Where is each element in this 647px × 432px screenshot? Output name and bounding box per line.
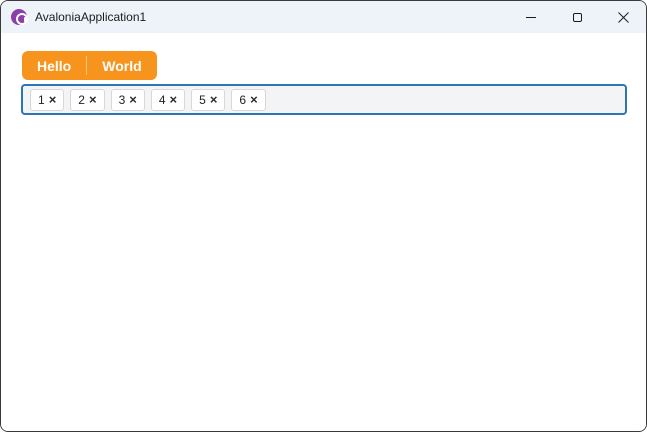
chip-item: 2 × [70, 88, 105, 111]
minimize-button[interactable] [508, 1, 554, 33]
chip-label: 2 [78, 92, 85, 107]
close-button[interactable] [600, 1, 646, 33]
chip-item: 1 × [30, 88, 65, 111]
close-icon [617, 11, 629, 23]
maximize-icon [572, 12, 582, 22]
chip-item: 3 × [110, 88, 145, 111]
chip-item: 5 × [191, 88, 226, 111]
chip-remove-icon[interactable]: × [170, 93, 178, 106]
chip-label: 4 [158, 92, 166, 107]
window-title: AvaloniaApplication1 [35, 10, 147, 24]
chip-remove-icon[interactable]: × [210, 93, 218, 106]
avalonia-logo-icon [11, 9, 28, 25]
chip-remove-icon[interactable]: × [49, 93, 57, 106]
chip-item: 6 × [231, 88, 266, 111]
window-content: Hello World 1 × 2 × 3 × 4 × 5 × 6 × [1, 33, 646, 431]
tab-hello-label: Hello [37, 57, 72, 74]
chip-label: 3 [118, 92, 126, 107]
minimize-icon [526, 16, 536, 18]
tab-world[interactable]: World [87, 51, 156, 80]
tab-strip: Hello World [22, 51, 157, 80]
tab-world-label: World [102, 57, 142, 74]
title-bar[interactable]: AvaloniaApplication1 [1, 1, 646, 33]
chip-label: 1 [38, 92, 45, 107]
chip-input-box[interactable]: 1 × 2 × 3 × 4 × 5 × 6 × [21, 84, 627, 115]
chip-remove-icon[interactable]: × [129, 93, 137, 106]
chip-remove-icon[interactable]: × [89, 93, 97, 106]
chip-label: 5 [199, 92, 206, 107]
tab-hello[interactable]: Hello [22, 51, 86, 80]
chip-remove-icon[interactable]: × [250, 93, 258, 106]
maximize-button[interactable] [554, 1, 600, 33]
chip-item: 4 × [150, 88, 186, 111]
caption-buttons [508, 1, 646, 33]
chip-label: 6 [239, 92, 247, 107]
app-window: AvaloniaApplication1 Hello World 1 × 2 ×… [0, 0, 647, 432]
